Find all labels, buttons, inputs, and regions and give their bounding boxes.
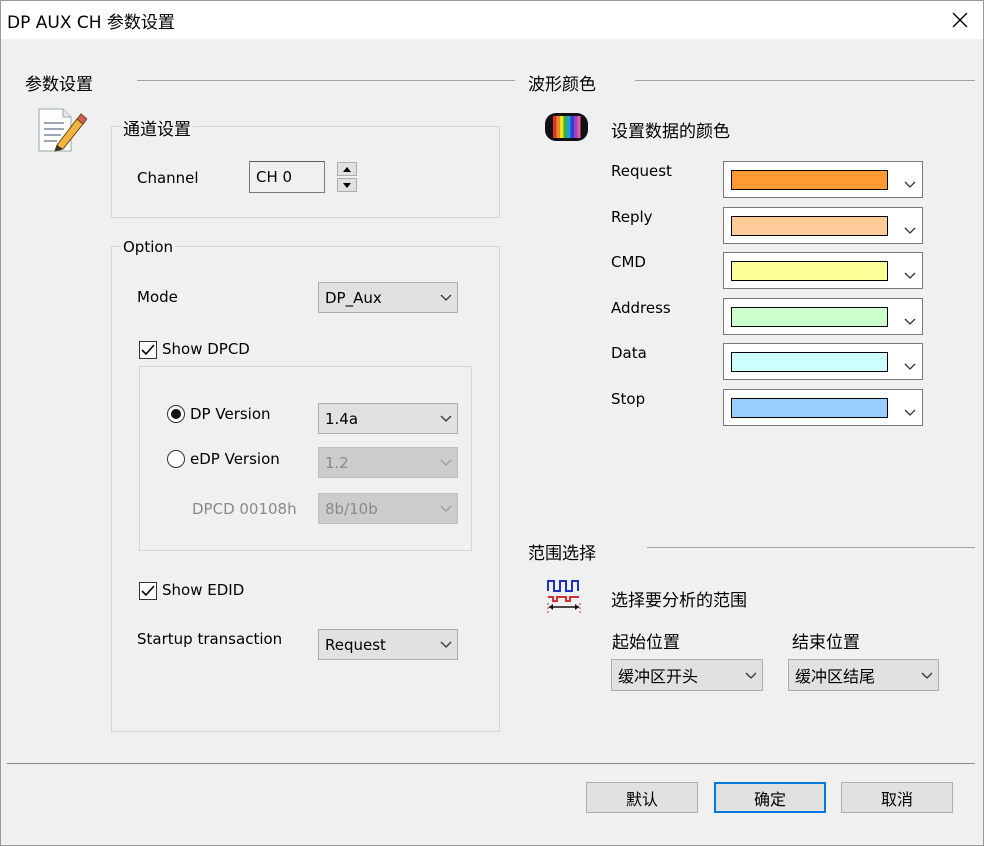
startup-transaction-select[interactable]: Request [318,629,458,660]
chevron-down-icon [435,459,457,466]
color-label-stop: Stop [611,390,646,408]
dp-version-select[interactable]: 1.4a [318,403,458,434]
chevron-down-icon [916,672,938,679]
close-button[interactable] [937,1,983,39]
edp-version-select: 1.2 [318,447,458,478]
color-swatch [731,170,888,190]
wave-colors-divider [635,80,975,81]
checkmark-icon [141,585,155,597]
notepad-pencil-icon [38,108,87,152]
startup-transaction-value: Request [325,635,386,654]
chevron-down-icon [435,294,457,301]
channel-label: Channel [137,169,199,187]
triangle-up-icon [343,166,351,172]
channel-input[interactable]: CH 0 [249,161,325,193]
chevron-down-icon [904,220,916,238]
dp-version-select-value: 1.4a [325,409,359,428]
dp-version-radio[interactable] [167,405,185,423]
chevron-down-icon [904,356,916,374]
color-picker-request[interactable] [723,161,923,198]
wave-colors-subtitle: 设置数据的颜色 [611,122,730,142]
triangle-down-icon [343,182,351,188]
start-position-select[interactable]: 缓冲区开头 [611,659,763,691]
color-swatch [731,261,888,281]
channel-group-title: 通道设置 [121,115,193,140]
checkmark-icon [141,344,155,356]
dpcd-00108h-label: DPCD 00108h [192,500,297,518]
show-edid-label: Show EDID [162,581,245,599]
chevron-down-icon [904,174,916,192]
chevron-down-icon [740,672,762,679]
color-label-data: Data [611,344,647,362]
wave-colors-section-title: 波形颜色 [528,75,596,95]
ok-button[interactable]: 确定 [714,782,826,813]
color-palette-icon [545,113,588,141]
dp-version-label: DP Version [190,405,271,423]
option-group-title: Option [121,238,176,256]
end-position-value: 缓冲区结尾 [795,667,876,686]
dpcd-00108h-select-value: 8b/10b [325,499,378,518]
chevron-down-icon [904,311,916,329]
dialog-window: DP AUX CH 参数设置 参数设置 通道设置 Channel CH 0 Op… [0,0,984,846]
chevron-down-icon [435,505,457,512]
edp-version-label: eDP Version [190,450,280,468]
dpcd-00108h-select: 8b/10b [318,493,458,524]
edp-version-select-value: 1.2 [325,453,349,472]
end-position-label: 结束位置 [792,633,860,653]
show-edid-checkbox[interactable] [139,582,157,600]
color-picker-address[interactable] [723,298,923,335]
start-position-label: 起始位置 [612,633,680,653]
color-swatch [731,398,888,418]
mode-select-value: DP_Aux [325,288,382,307]
color-picker-reply[interactable] [723,207,923,244]
default-button[interactable]: 默认 [586,782,698,813]
chevron-down-icon [904,265,916,283]
close-icon [952,12,968,28]
show-dpcd-label: Show DPCD [162,340,250,358]
title-bar: DP AUX CH 参数设置 [1,1,983,39]
color-label-address: Address [611,299,671,317]
chevron-down-icon [435,415,457,422]
window-title: DP AUX CH 参数设置 [7,13,175,33]
channel-spin-up-button[interactable] [337,162,357,176]
end-position-select[interactable]: 缓冲区结尾 [788,659,939,691]
range-subtitle: 选择要分析的范围 [611,591,747,611]
params-divider [137,80,515,81]
range-divider [647,547,975,548]
channel-spin-down-button[interactable] [337,178,357,192]
startup-transaction-label: Startup transaction [137,630,283,648]
color-label-request: Request [611,162,672,180]
footer-divider [7,763,975,764]
chevron-down-icon [904,402,916,420]
color-label-cmd: CMD [611,253,646,271]
range-section-title: 范围选择 [528,544,596,564]
show-dpcd-checkbox[interactable] [139,341,157,359]
color-picker-data[interactable] [723,343,923,380]
color-swatch [731,352,888,372]
start-position-value: 缓冲区开头 [618,667,699,686]
chevron-down-icon [435,641,457,648]
mode-select[interactable]: DP_Aux [318,282,458,313]
color-swatch [731,307,888,327]
edp-version-radio[interactable] [167,450,185,468]
cancel-button[interactable]: 取消 [841,782,953,813]
color-picker-stop[interactable] [723,389,923,426]
color-label-reply: Reply [611,208,653,226]
color-picker-cmd[interactable] [723,252,923,289]
color-swatch [731,216,888,236]
waveform-range-icon [547,580,581,615]
params-section-title: 参数设置 [25,75,93,95]
mode-label: Mode [137,288,178,306]
channel-value: CH 0 [256,168,293,186]
